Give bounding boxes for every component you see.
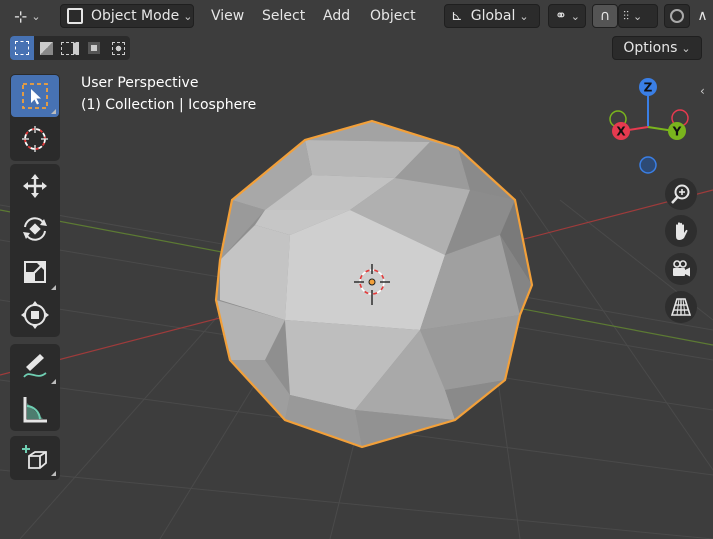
zoom-button[interactable] (665, 178, 697, 210)
object-mode-label: Object Mode (91, 8, 180, 24)
select-invert-button[interactable] (82, 36, 106, 60)
snap-increment-icon: ⫶⫶ (623, 8, 630, 23)
perspective-grid-icon (670, 298, 692, 316)
chevron-down-icon: ⌄ (633, 9, 643, 23)
selection-mode-group (10, 36, 130, 60)
proportional-edit-icon (670, 9, 684, 23)
select-intersect-button[interactable] (106, 36, 130, 60)
falloff-dropdown[interactable]: ∧ (692, 4, 713, 28)
viewport-collection-label: (1) Collection | Icosphere (81, 97, 257, 113)
transform-icon (21, 301, 49, 329)
tool-variant-corner (51, 471, 56, 476)
chevron-down-icon: ⌄ (570, 9, 580, 23)
select-new-icon (15, 41, 29, 55)
toolbar-add-group (10, 436, 60, 480)
menu-select[interactable]: Select (262, 6, 305, 26)
menu-add[interactable]: Add (323, 6, 350, 26)
select-subtract-icon (61, 41, 79, 55)
toolbar-annotate-group (10, 344, 60, 431)
object-mode-dropdown[interactable]: Object Mode ⌄ (60, 4, 194, 28)
chevron-down-icon: ⌄ (519, 9, 529, 23)
select-invert-icon (88, 42, 100, 54)
gizmo-z-label: Z (644, 81, 653, 95)
add-cube-icon (22, 445, 47, 469)
zoom-magnifier-icon (671, 184, 690, 204)
tool-variant-corner (51, 285, 56, 290)
toolbar-transform-group (10, 164, 60, 337)
menu-object[interactable]: Object (370, 6, 416, 26)
chevron-down-icon: ⌄ (183, 9, 193, 23)
select-intersect-icon (111, 41, 125, 55)
cursor-icon (22, 126, 48, 152)
select-extend-icon (39, 41, 53, 55)
chevron-down-icon: ⌄ (681, 41, 691, 55)
tool-variant-corner (51, 109, 56, 114)
tool-variant-corner (51, 379, 56, 384)
measure-ruler-icon (23, 397, 47, 423)
navigation-gizmo[interactable]: Z X Y (600, 74, 700, 182)
chevron-down-icon: ⌄ (31, 9, 41, 23)
move-icon (23, 174, 47, 198)
snap-target-dropdown[interactable]: ⫶⫶ ⌄ (618, 4, 658, 28)
axis-editor-icon: ⊹ (14, 6, 28, 26)
select-box-icon (22, 83, 48, 109)
options-dropdown[interactable]: Options ⌄ (612, 36, 702, 60)
rotate-icon (23, 217, 47, 241)
viewport-perspective-label: User Perspective (81, 75, 199, 91)
tool-scale[interactable] (11, 251, 59, 293)
magnet-icon: ∩ (599, 8, 611, 24)
tool-select-box[interactable] (11, 75, 59, 117)
object-mode-icon (67, 8, 83, 24)
tool-transform[interactable] (11, 294, 59, 336)
gizmo-neg-z-handle (639, 156, 657, 174)
camera-icon (673, 260, 690, 277)
sidebar-toggle-icon[interactable]: ‹ (700, 84, 705, 98)
options-label: Options (623, 40, 678, 56)
select-extend-button[interactable] (34, 36, 58, 60)
camera-view-button[interactable] (665, 253, 697, 285)
tool-add-cube[interactable] (11, 437, 59, 479)
orientation-axis-icon: ⊾ (451, 8, 463, 24)
tool-rotate[interactable] (11, 208, 59, 250)
tool-move[interactable] (11, 165, 59, 207)
annotate-pencil-icon (23, 354, 47, 378)
transform-orientation-dropdown[interactable]: ⊾ Global ⌄ (444, 4, 540, 28)
tool-measure[interactable] (11, 388, 59, 430)
tool-annotate[interactable] (11, 345, 59, 387)
pivot-point-dropdown[interactable]: ⚭ ⌄ (548, 4, 586, 28)
proportional-edit-button[interactable] (664, 4, 690, 28)
menu-view[interactable]: View (211, 6, 244, 26)
gizmo-y-label: Y (672, 125, 682, 139)
hand-pan-icon (676, 222, 688, 240)
editor-type-button[interactable]: ⊹ ⌄ (14, 4, 50, 28)
pan-button[interactable] (665, 215, 697, 247)
snap-toggle-button[interactable]: ∩ (592, 4, 618, 28)
tool-cursor[interactable] (11, 118, 59, 160)
select-new-button[interactable] (10, 36, 34, 60)
toggle-projection-button[interactable] (665, 291, 697, 323)
falloff-curve-icon: ∧ (697, 8, 708, 24)
gizmo-x-label: X (616, 125, 626, 139)
toolbar-select-group (10, 74, 60, 161)
pivot-icon: ⚭ (555, 8, 567, 24)
scale-icon (24, 261, 46, 283)
orientation-label: Global (470, 8, 516, 24)
viewport-header: ⊹ ⌄ Object Mode ⌄ View Select Add Object … (0, 0, 713, 32)
select-subtract-button[interactable] (58, 36, 82, 60)
